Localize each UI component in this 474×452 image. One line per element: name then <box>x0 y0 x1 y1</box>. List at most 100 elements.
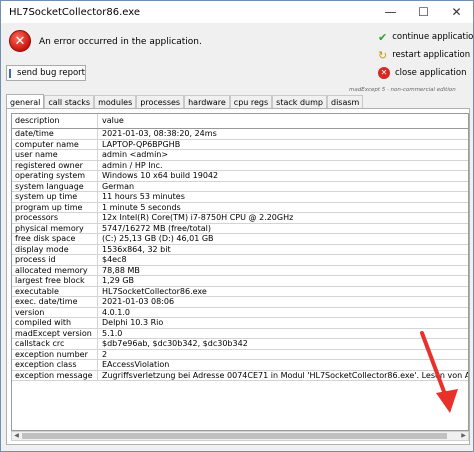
row-description: executable <box>12 286 98 296</box>
row-description: callstack crc <box>12 339 98 349</box>
tab-stack-dump[interactable]: stack dump <box>272 95 327 109</box>
row-value: admin / HP Inc. <box>102 160 163 170</box>
scroll-right-arrow-icon[interactable]: ▶ <box>459 432 468 440</box>
row-value: 1,29 GB <box>102 276 135 285</box>
restart-application-label: restart application <box>392 50 471 60</box>
table-row[interactable]: system language German <box>12 181 468 192</box>
row-description: user name <box>12 150 98 160</box>
tab-call-stacks[interactable]: call stacks <box>44 95 95 109</box>
table-row[interactable]: largest free block 1,29 GB <box>12 276 468 287</box>
table-row[interactable]: display mode 1536x864, 32 bit <box>12 244 468 255</box>
row-description: exec. date/time <box>12 297 98 307</box>
error-x-icon: ✕ <box>9 30 31 52</box>
row-description: computer name <box>12 139 98 149</box>
error-message: An error occurred in the application. <box>39 37 202 47</box>
close-window-button[interactable]: ✕ <box>440 1 473 23</box>
row-description: free disk space <box>12 234 98 244</box>
row-value: $db7e96ab, $dc30b342, $dc30b342 <box>102 339 248 348</box>
row-value: 78,88 MB <box>102 265 140 275</box>
table-row[interactable]: executable HL7SocketCollector86.exe <box>12 286 468 297</box>
row-value: Zugriffsverletzung bei Adresse 0074CE71 … <box>102 370 468 380</box>
scroll-left-arrow-icon[interactable]: ◀ <box>12 432 21 440</box>
minimize-button[interactable]: — <box>374 1 407 23</box>
row-value: 11 hours 53 minutes <box>102 192 185 201</box>
row-value: HL7SocketCollector86.exe <box>102 286 207 296</box>
row-description: allocated memory <box>12 265 98 275</box>
row-description: physical memory <box>12 223 98 233</box>
table-row[interactable]: exception number 2 <box>12 349 468 360</box>
maximize-button[interactable]: ☐ <box>407 1 440 23</box>
table-row[interactable]: operating system Windows 10 x64 build 190… <box>12 171 468 182</box>
table-row[interactable]: free disk space (C:) 25,13 GB (D:) 46,01 … <box>12 234 468 245</box>
table-row[interactable]: date/time 2021-01-03, 08:38:20, 24ms <box>12 129 468 140</box>
horizontal-scrollbar[interactable]: ◀ ▶ <box>11 431 469 441</box>
row-description: processors <box>12 213 98 223</box>
row-value: 2021-01-03, 08:38:20, 24ms <box>102 129 217 138</box>
table-row[interactable]: exception message Zugriffsverletzung bei … <box>12 370 468 381</box>
table-row[interactable]: exception class EAccessViolation <box>12 360 468 371</box>
info-grid[interactable]: description value date/time 2021-01-03, 0… <box>11 113 469 431</box>
close-application-button[interactable]: ✕ close application <box>378 65 470 81</box>
row-description: compiled with <box>12 318 98 328</box>
row-description: version <box>12 307 98 317</box>
row-value: Delphi 10.3 Rio <box>102 318 164 327</box>
tab-hardware[interactable]: hardware <box>184 95 230 109</box>
row-value: EAccessViolation <box>102 360 170 369</box>
column-header-value[interactable]: value <box>98 114 468 128</box>
table-row[interactable]: callstack crc $db7e96ab, $dc30b342, $dc30… <box>12 339 468 350</box>
tab-bar: general call stacks modules processes ha… <box>6 94 364 109</box>
send-bug-report-label: send bug report <box>17 68 85 78</box>
table-row[interactable]: exec. date/time 2021-01-03 08:06 <box>12 297 468 308</box>
table-row[interactable]: registered owner admin / HP Inc. <box>12 160 468 171</box>
table-row[interactable]: allocated memory 78,88 MB <box>12 265 468 276</box>
table-row[interactable]: process id $4ec8 <box>12 255 468 266</box>
row-value: 5747/16272 MB (free/total) <box>102 223 211 233</box>
window-title: HL7SocketCollector86.exe <box>9 6 141 18</box>
row-description: date/time <box>12 129 98 139</box>
row-value: $4ec8 <box>102 255 127 264</box>
table-row[interactable]: version 4.0.1.0 <box>12 307 468 318</box>
row-description: registered owner <box>12 160 98 170</box>
tab-modules[interactable]: modules <box>94 95 137 109</box>
row-value: 1 minute 5 seconds <box>102 202 181 212</box>
table-row[interactable]: physical memory 5747/16272 MB (free/total… <box>12 223 468 234</box>
row-description: program up time <box>12 202 98 212</box>
row-description: largest free block <box>12 276 98 286</box>
row-value: 2021-01-03 08:06 <box>102 297 175 306</box>
row-value: German <box>102 181 135 191</box>
table-row[interactable]: compiled with Delphi 10.3 Rio <box>12 318 468 329</box>
tab-disasm[interactable]: disasm <box>326 95 364 109</box>
row-description: operating system <box>12 171 98 181</box>
general-tab-panel: description value date/time 2021-01-03, 0… <box>6 108 470 445</box>
continue-application-button[interactable]: ✔ continue application <box>378 29 473 45</box>
table-row[interactable]: user name admin <admin> <box>12 150 468 161</box>
table-row[interactable]: computer name LAPTOP-QP6BPGHB <box>12 139 468 150</box>
row-value: 1536x864, 32 bit <box>102 244 171 254</box>
row-value: Windows 10 x64 build 19042 <box>102 171 219 180</box>
row-description: exception number <box>12 349 98 359</box>
row-value: admin <admin> <box>102 150 169 159</box>
continue-application-label: continue application <box>392 32 474 42</box>
column-header-description[interactable]: description <box>12 114 98 128</box>
row-value: 2 <box>102 349 108 359</box>
restart-application-button[interactable]: ↻ restart application <box>378 47 470 63</box>
edition-label: madExcept 5 · non-commercial edition <box>349 87 456 93</box>
table-row[interactable]: program up time 1 minute 5 seconds <box>12 202 468 213</box>
scrollbar-thumb[interactable] <box>22 433 447 439</box>
tab-general[interactable]: general <box>6 94 45 109</box>
send-bug-report-button[interactable]: send bug report <box>6 65 86 81</box>
row-description: madExcept version <box>12 328 98 338</box>
grid-header-row: description value <box>12 114 468 129</box>
row-description: system language <box>12 181 98 191</box>
row-value: LAPTOP-QP6BPGHB <box>102 139 181 149</box>
restart-icon: ↻ <box>378 48 388 62</box>
envelope-icon <box>9 68 12 78</box>
tab-cpu-regs[interactable]: cpu regs <box>229 95 273 109</box>
error-dialog-window: HL7SocketCollector86.exe — ☐ ✕ ✕ An erro… <box>0 0 474 452</box>
tab-processes[interactable]: processes <box>136 95 185 109</box>
row-description: exception message <box>12 370 98 380</box>
table-row[interactable]: system up time 11 hours 53 minutes <box>12 192 468 203</box>
table-row[interactable]: processors 12x Intel(R) Core(TM) i7-8750H… <box>12 213 468 224</box>
row-value: 4.0.1.0 <box>102 307 130 317</box>
table-row[interactable]: madExcept version 5.1.0 <box>12 328 468 339</box>
